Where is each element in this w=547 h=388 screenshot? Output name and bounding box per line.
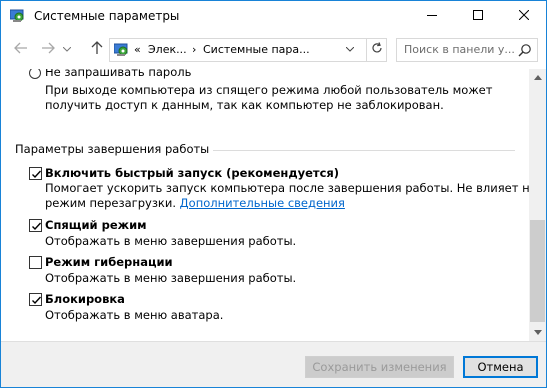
scroll-up-icon	[533, 73, 542, 82]
up-arrow-icon	[91, 41, 103, 59]
sleep-checkbox[interactable]	[29, 219, 42, 232]
sleep-description: Отображать в меню завершения работы.	[45, 234, 297, 248]
address-bar[interactable]: « Элек... › Системные пара...	[109, 38, 387, 62]
title-bar[interactable]: Системные параметры	[1, 1, 546, 31]
cancel-button[interactable]: Отмена	[463, 356, 538, 378]
window-title: Системные параметры	[34, 9, 180, 23]
vertical-scrollbar[interactable]	[529, 69, 546, 341]
lock-label[interactable]: Блокировка	[45, 292, 125, 306]
chevron-down-icon	[62, 45, 72, 55]
back-arrow-icon	[14, 42, 28, 58]
lock-checkbox[interactable]	[29, 293, 42, 306]
forward-button[interactable]	[36, 38, 60, 62]
dialog-footer: Сохранить изменения Отмена	[1, 341, 546, 387]
maximize-button[interactable]	[455, 1, 501, 31]
fast-startup-checkbox[interactable]	[29, 167, 42, 180]
scroll-down-icon	[533, 328, 542, 337]
chevron-down-icon	[345, 45, 355, 55]
fast-startup-description-1: Помогает ускорить запуск компьютера посл…	[45, 181, 529, 195]
refresh-button[interactable]	[366, 39, 386, 61]
search-icon[interactable]	[518, 43, 532, 57]
system-settings-window: Системные параметры « Элек... › Системны…	[0, 0, 547, 388]
control-panel-icon	[113, 43, 130, 57]
hibernate-checkbox[interactable]	[29, 256, 42, 269]
lock-description: Отображать в меню аватара.	[45, 308, 224, 322]
breadcrumb-separator: ›	[192, 43, 197, 56]
more-info-link[interactable]: Дополнительные сведения	[180, 196, 345, 210]
hibernate-description: Отображать в меню завершения работы.	[45, 271, 297, 285]
scroll-down-button[interactable]	[529, 324, 546, 341]
scroll-up-button[interactable]	[529, 69, 546, 86]
forward-arrow-icon	[41, 42, 55, 58]
close-icon	[518, 9, 530, 23]
no-password-label[interactable]: Не запрашивать пароль	[45, 69, 191, 79]
control-panel-icon	[9, 9, 26, 23]
search-placeholder: Поиск в панели у...	[404, 43, 515, 56]
up-button[interactable]	[85, 38, 109, 62]
address-dropdown-button[interactable]	[345, 45, 355, 55]
group-title: Параметры завершения работы	[15, 142, 214, 156]
breadcrumb-overflow[interactable]: «	[134, 43, 141, 56]
maximize-icon	[473, 9, 483, 23]
breadcrumb-item-power[interactable]: Элек...	[148, 43, 187, 56]
fast-startup-label[interactable]: Включить быстрый запуск (рекомендуется)	[45, 166, 339, 180]
no-password-description-2: получить доступ к данным, так как компью…	[45, 98, 444, 112]
refresh-icon	[371, 42, 383, 58]
navigation-bar: « Элек... › Системные пара... Поиск в па…	[1, 31, 546, 69]
fast-startup-description-2: режим перезагрузки. Дополнительные сведе…	[45, 196, 345, 211]
no-password-radio[interactable]	[29, 69, 41, 79]
shutdown-settings-group: Параметры завершения работы	[15, 142, 515, 158]
fast-startup-description-2-text: режим перезагрузки.	[45, 196, 177, 210]
save-changes-button[interactable]: Сохранить изменения	[305, 356, 454, 378]
close-button[interactable]	[501, 1, 547, 31]
back-button[interactable]	[9, 38, 33, 62]
breadcrumb-item-system-settings[interactable]: Системные пара...	[203, 43, 310, 56]
hibernate-label[interactable]: Режим гибернации	[45, 255, 173, 269]
settings-content: Не запрашивать пароль При выходе компьют…	[1, 69, 529, 341]
search-input[interactable]: Поиск в панели у...	[396, 38, 538, 62]
no-password-description-1: При выходе компьютера из спящего режима …	[45, 83, 493, 97]
scroll-thumb[interactable]	[530, 220, 545, 322]
sleep-label[interactable]: Спящий режим	[45, 218, 147, 232]
minimize-icon	[427, 9, 437, 23]
recent-locations-button[interactable]	[59, 38, 75, 62]
minimize-button[interactable]	[409, 1, 455, 31]
